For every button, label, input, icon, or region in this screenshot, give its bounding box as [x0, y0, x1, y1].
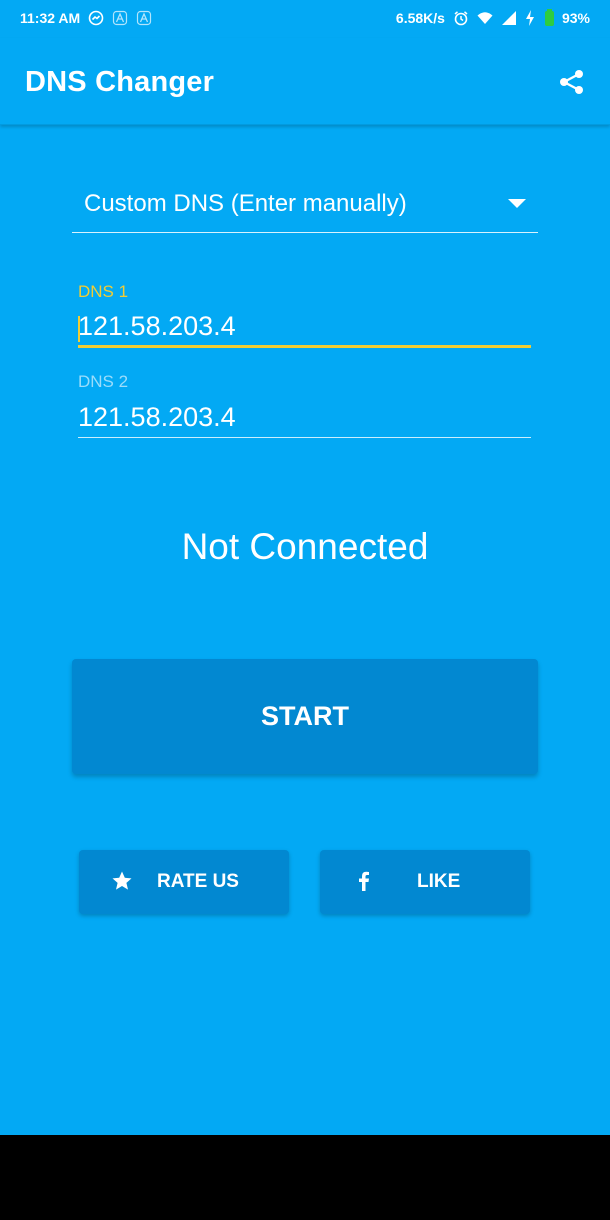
battery-percent: 93%	[561, 10, 590, 26]
battery-icon	[544, 8, 554, 26]
alarm-icon	[453, 10, 469, 26]
dns2-label: DNS 2	[78, 372, 129, 391]
notification-a-icon	[136, 10, 152, 26]
status-right: 6.58K/s 93%	[395, 8, 590, 26]
status-bar: 11:32 AM 6.58K/s 93%	[0, 0, 610, 38]
messenger-icon	[88, 10, 104, 26]
wifi-icon	[477, 10, 493, 26]
app-bar: DNS Changer	[0, 38, 610, 125]
dns-provider-dropdown[interactable]: Custom DNS (Enter manually)	[72, 180, 538, 233]
dns2-input[interactable]	[78, 398, 531, 438]
dns2-field: DNS 2	[78, 372, 531, 438]
start-button[interactable]: START	[72, 659, 538, 774]
dropdown-arrow-icon	[508, 199, 526, 208]
connection-status: Not Connected	[181, 526, 429, 567]
like-label: LIKE	[417, 871, 461, 892]
like-button[interactable]: LIKE	[320, 850, 530, 914]
text-cursor	[78, 316, 80, 342]
system-nav-bar	[0, 1135, 610, 1220]
share-icon[interactable]	[558, 68, 586, 96]
facebook-icon	[353, 870, 375, 892]
notification-a-icon	[112, 10, 128, 26]
status-left: 11:32 AM	[20, 10, 152, 26]
net-speed: 6.58K/s	[395, 10, 445, 26]
dns1-field: DNS 1	[78, 282, 531, 348]
status-time: 11:32 AM	[20, 10, 81, 26]
dns1-label: DNS 1	[78, 282, 129, 301]
rate-us-label: RATE US	[157, 871, 239, 892]
charging-icon	[525, 10, 535, 26]
rate-us-button[interactable]: RATE US	[79, 850, 289, 914]
signal-icon	[501, 10, 517, 26]
dns-provider-selected: Custom DNS (Enter manually)	[84, 190, 407, 217]
app-screen: 11:32 AM 6.58K/s 93% DNS Changer Custom …	[0, 0, 610, 1135]
dns1-input[interactable]	[78, 308, 531, 348]
app-title: DNS Changer	[25, 66, 215, 98]
star-icon	[111, 870, 133, 892]
